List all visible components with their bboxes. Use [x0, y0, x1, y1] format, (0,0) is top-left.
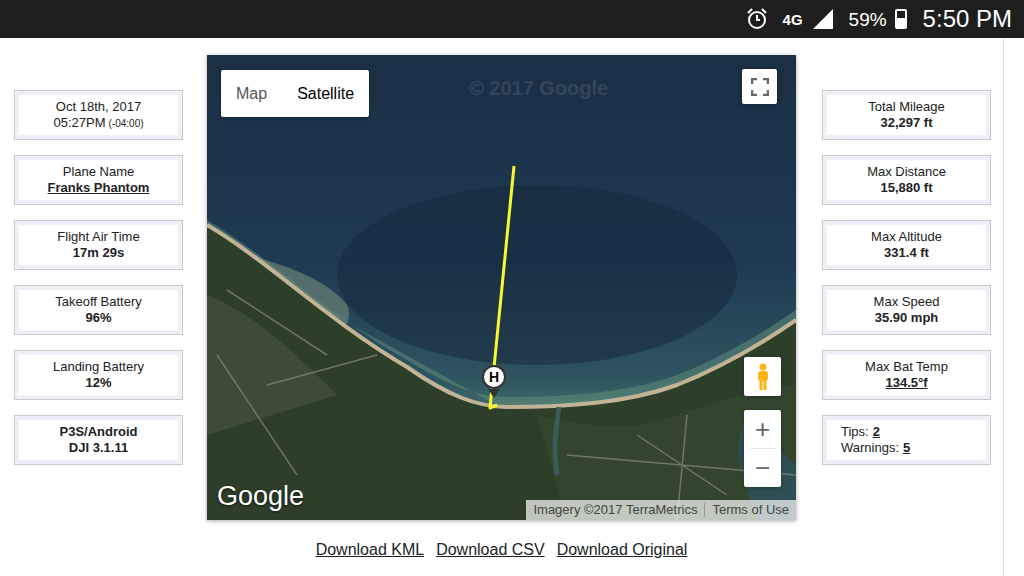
download-link[interactable]: Download Original — [557, 538, 688, 562]
home-marker[interactable]: H — [482, 365, 506, 398]
map-watermark: © 2017 Google — [469, 73, 608, 103]
card-link[interactable]: Franks Phantom — [48, 180, 150, 196]
map-type-control: MapSatellite — [221, 70, 369, 117]
card-value: 05:27PM — [53, 115, 105, 131]
fullscreen-icon — [751, 78, 769, 96]
attribution-divider — [704, 503, 705, 517]
date-row: 05:27PM(-04:00) — [53, 115, 143, 132]
info-card: Oct 18th, 201705:27PM(-04:00) — [14, 90, 183, 140]
zoom-in-button[interactable]: + — [744, 410, 781, 448]
right-column: Total Mileage32,297 ft Max Distance15,880… — [822, 90, 991, 465]
street-view-button[interactable] — [744, 357, 781, 396]
download-link[interactable]: Download CSV — [436, 538, 545, 562]
card-label: Max Bat Temp — [865, 359, 948, 375]
info-card: Max Speed35.90 mph — [822, 285, 991, 335]
card-value: 17m 29s — [73, 245, 124, 261]
count-link[interactable]: 2 — [873, 424, 880, 440]
info-card: Landing Battery12% — [14, 350, 183, 400]
info-card: Total Mileage32,297 ft — [822, 90, 991, 140]
fullscreen-button[interactable] — [742, 69, 777, 104]
card-value: DJI 3.1.11 — [69, 440, 128, 456]
card-label: Plane Name — [63, 164, 135, 180]
marker-pointer — [488, 389, 500, 398]
google-logo: Google — [217, 483, 304, 510]
info-card: Max Distance15,880 ft — [822, 155, 991, 205]
alarm-icon — [745, 7, 769, 31]
battery-fill — [897, 18, 905, 27]
map[interactable]: © 2017 Google MapSatellite +− H Google Imager… — [207, 55, 796, 520]
zoom-out-button[interactable]: − — [744, 449, 781, 487]
download-link[interactable]: Download KML — [316, 538, 425, 562]
count-link[interactable]: 5 — [903, 440, 910, 456]
card-value: 32,297 ft — [880, 115, 932, 131]
map-type-tab[interactable]: Satellite — [282, 70, 369, 117]
card-label: Takeoff Battery — [55, 294, 141, 310]
info-card: Takeoff Battery96% — [14, 285, 183, 335]
card-label: Max Distance — [867, 164, 946, 180]
status-bar: 4G 59% 5:50 PM — [0, 0, 1024, 38]
zoom-divider — [750, 448, 775, 449]
map-type-tab[interactable]: Map — [221, 70, 282, 117]
count-label: Tips: — [841, 424, 869, 440]
timezone: (-04:00) — [109, 116, 144, 132]
info-card: Tips:2Warnings:5 — [822, 415, 991, 465]
satellite-image — [207, 55, 796, 520]
info-card: Max Bat Temp134.5°f — [822, 350, 991, 400]
card-label: Max Altitude — [871, 229, 942, 245]
card-label: Total Mileage — [868, 99, 945, 115]
battery-icon — [895, 9, 907, 29]
card-value: 96% — [85, 310, 111, 326]
left-column: Oct 18th, 201705:27PM(-04:00)Plane NameF… — [14, 90, 183, 465]
card-value: 12% — [85, 375, 111, 391]
card-label: Landing Battery — [53, 359, 144, 375]
main: Oct 18th, 201705:27PM(-04:00)Plane NameF… — [0, 38, 1004, 576]
imagery-credit: Imagery ©2017 TerraMetrics — [526, 500, 704, 520]
card-link[interactable]: 134.5°f — [885, 375, 927, 391]
info-card: Plane NameFranks Phantom — [14, 155, 183, 205]
signal-icon — [811, 8, 835, 30]
zoom-control: +− — [744, 410, 781, 487]
map-column: © 2017 Google MapSatellite +− H Google Imager… — [207, 55, 796, 562]
info-card: Flight Air Time17m 29s — [14, 220, 183, 270]
terms-link[interactable]: Terms of Use — [705, 500, 796, 520]
download-links: Download KML Download CSV Download Origina… — [316, 538, 688, 562]
home-marker-label: H — [482, 365, 506, 389]
count-row: Warnings:5 — [841, 440, 910, 456]
map-attribution: Imagery ©2017 TerraMetricsTerms of Use — [526, 500, 796, 520]
card-value: 35.90 mph — [875, 310, 939, 326]
count-label: Warnings: — [841, 440, 899, 456]
card-label: P3S/Android — [59, 424, 137, 440]
pegman-icon — [755, 363, 771, 391]
card-value: 15,880 ft — [880, 180, 932, 196]
count-row: Tips:2 — [841, 424, 880, 440]
clock: 5:50 PM — [923, 7, 1012, 31]
battery-label: 59% — [849, 10, 887, 29]
card-label: Flight Air Time — [57, 229, 139, 245]
info-card: P3S/AndroidDJI 3.1.11 — [14, 415, 183, 465]
card-label: Max Speed — [874, 294, 940, 310]
card-label: Oct 18th, 2017 — [56, 99, 141, 115]
info-card: Max Altitude331.4 ft — [822, 220, 991, 270]
network-label: 4G — [783, 12, 803, 27]
card-value: 331.4 ft — [884, 245, 929, 261]
